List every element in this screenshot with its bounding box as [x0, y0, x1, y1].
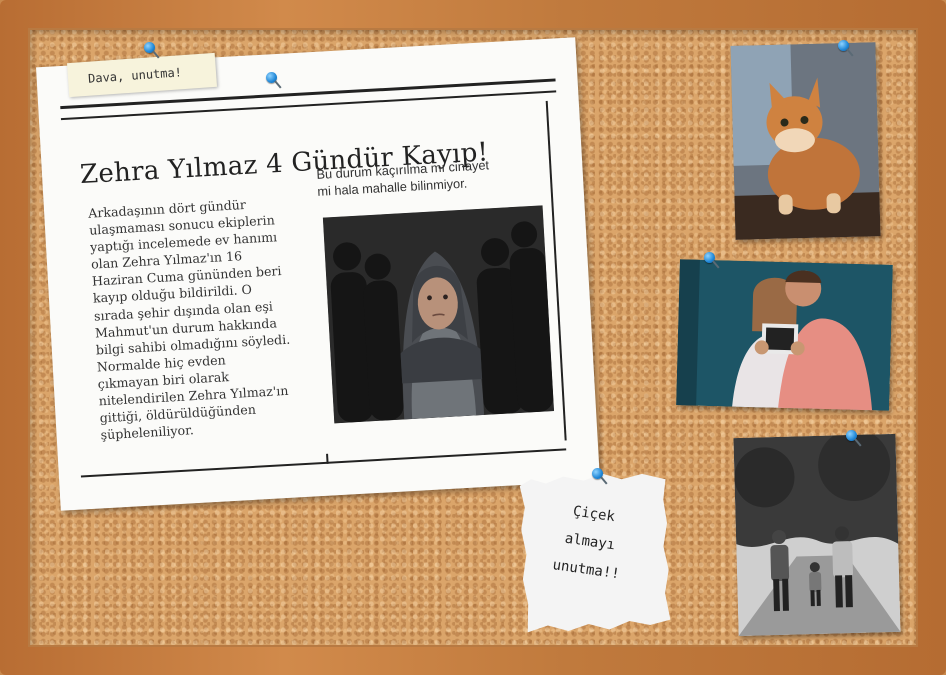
push-pin-icon — [844, 430, 862, 447]
bottom-rule — [80, 448, 567, 478]
couple-illustration — [676, 259, 893, 411]
family-illustration — [733, 433, 901, 637]
cat-illustration — [730, 42, 881, 240]
newspaper-clipping[interactable]: Zehra Yılmaz 4 Gündür Kayıp! Arkadaşının… — [36, 37, 600, 511]
missing-woman-illustration — [322, 205, 555, 424]
cat-photo[interactable] — [730, 42, 881, 240]
missing-woman-photo[interactable] — [322, 205, 555, 424]
couple-photo[interactable] — [676, 259, 893, 411]
push-pin-icon — [836, 40, 854, 57]
push-pin-icon — [264, 72, 282, 89]
sticky-note-text: Dava, unutma! — [87, 65, 183, 86]
push-pin-icon — [142, 42, 160, 59]
bottom-tick — [326, 453, 329, 464]
push-pin-icon — [590, 468, 608, 485]
family-photo[interactable] — [733, 433, 901, 637]
torn-note-text: Çiçek almayı unutma!! — [525, 492, 656, 592]
push-pin-icon — [702, 252, 720, 269]
article-column-1: Arkadaşının dört gündür ulaşmaması sonuc… — [88, 193, 319, 444]
